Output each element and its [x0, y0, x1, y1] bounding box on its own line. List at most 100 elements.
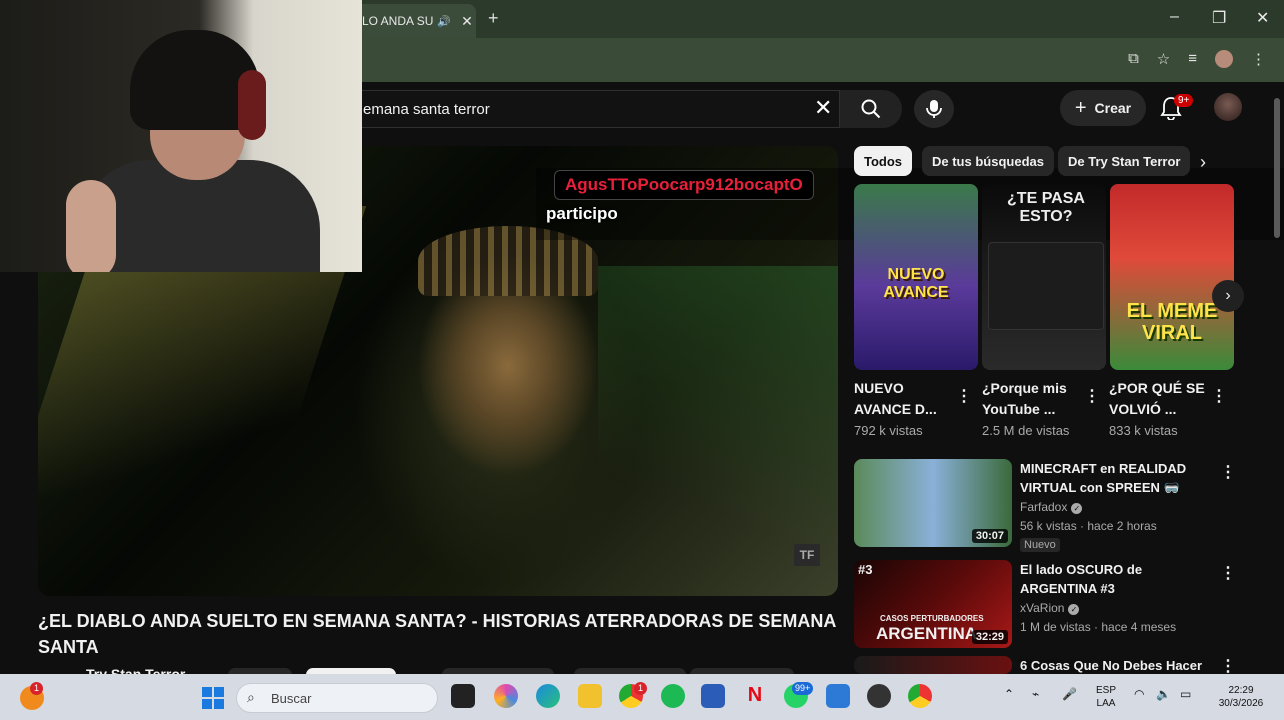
volume-icon[interactable]: 🔈: [1156, 688, 1171, 701]
suggested-video-meta: 56 k vistas · hace 2 horas: [1020, 519, 1157, 533]
suggested-video-channel[interactable]: Farfadox ✓: [1020, 500, 1083, 514]
suggested-video-channel[interactable]: xVaRion ✓: [1020, 601, 1080, 615]
create-label: Crear: [1094, 100, 1132, 116]
calculator-icon[interactable]: [826, 684, 850, 708]
new-tab-button[interactable]: +: [488, 8, 499, 29]
chip-from-searches[interactable]: De tus búsquedas: [922, 146, 1054, 176]
notification-count-badge: 9+: [1174, 94, 1194, 107]
spotify-icon[interactable]: [661, 684, 685, 708]
battery-icon[interactable]: ▭: [1180, 688, 1191, 701]
short-thumbnail[interactable]: ¿TE PASA ESTO?: [982, 184, 1106, 370]
chevron-right-icon[interactable]: ›: [1200, 152, 1206, 173]
video-duration: 32:29: [971, 630, 1008, 644]
date: 30/3/2026: [1218, 698, 1264, 709]
tab-title: LO ANDA SU: [362, 14, 434, 28]
short-views: 833 k vistas: [1109, 423, 1178, 438]
search-button[interactable]: [840, 90, 902, 128]
short-thumb-chart: [988, 242, 1104, 330]
microphone-icon[interactable]: 🎤: [1062, 688, 1077, 701]
chrome-profile-icon[interactable]: [908, 684, 932, 708]
browser-profile-avatar[interactable]: [1215, 50, 1233, 68]
chrome-badge: 1: [634, 682, 647, 695]
suggested-video-title[interactable]: 6 Cosas Que No Debes Hacer: [1020, 656, 1210, 674]
search-query-text: emana santa terror: [363, 100, 490, 118]
widgets-badge: 1: [30, 682, 43, 695]
short-thumbnail[interactable]: EL MEME VIRAL: [1110, 184, 1234, 370]
create-button[interactable]: + Crear: [1060, 90, 1146, 126]
more-options-icon[interactable]: ⋮: [1220, 462, 1236, 482]
plus-icon: +: [1074, 96, 1087, 119]
minimize-button[interactable]: –: [1170, 8, 1179, 26]
task-view-icon[interactable]: [451, 684, 475, 708]
thumb-tag: #3: [858, 562, 873, 577]
short-thumb-text: NUEVO AVANCE: [883, 266, 949, 301]
channel-watermark[interactable]: TF: [794, 544, 820, 566]
video-duration: 30:07: [971, 529, 1008, 543]
speaker-icon[interactable]: 🔊: [437, 15, 451, 28]
app-icon[interactable]: [867, 684, 891, 708]
search-input[interactable]: emana santa terror: [280, 90, 840, 128]
microphone-icon: [926, 100, 942, 118]
close-window-button[interactable]: ✕: [1256, 8, 1269, 28]
short-title[interactable]: NUEVO AVANCE D...: [854, 378, 954, 420]
video-title: ¿EL DIABLO ANDA SUELTO EN SEMANA SANTA? …: [38, 611, 836, 657]
chat-username: AgusTToPoocarp912bocaptO: [554, 170, 814, 200]
windows-logo-icon: [214, 699, 224, 709]
time: 22:29: [1228, 685, 1254, 696]
screen: LO ANDA SU 🔊 ✕ + – ❐ ✕ ⧉ ☆ ≡ ⋮ emana san…: [0, 0, 1284, 720]
shorts-next-button[interactable]: ›: [1212, 280, 1244, 312]
more-options-icon[interactable]: ⋮: [1211, 386, 1227, 406]
suggested-video-title[interactable]: El lado OSCURO de ARGENTINA #3: [1020, 560, 1210, 598]
short-thumb-text: EL MEME VIRAL: [1126, 300, 1218, 344]
wifi-icon[interactable]: ◠: [1134, 688, 1144, 701]
edge-icon[interactable]: [536, 684, 560, 708]
taskbar-search[interactable]: ⌕ Buscar: [236, 683, 438, 713]
word-icon[interactable]: [701, 684, 725, 708]
suggested-video-thumbnail[interactable]: 30:07: [854, 459, 1012, 547]
short-views: 2.5 M de vistas: [982, 423, 1070, 438]
suggested-video-title[interactable]: MINECRAFT en REALIDAD VIRTUAL con SPREEN…: [1020, 459, 1210, 497]
verified-icon: ✓: [1071, 503, 1083, 514]
more-options-icon[interactable]: ⋮: [1220, 563, 1236, 583]
short-thumb-text: ¿TE PASA ESTO?: [1007, 190, 1085, 225]
windows-logo-icon: [214, 687, 224, 697]
thumb-text: ARGENTINA: [876, 624, 978, 643]
short-views: 792 k vistas: [854, 423, 923, 438]
browser-menu-icon[interactable]: ⋮: [1251, 50, 1266, 68]
voice-search-button[interactable]: [914, 90, 954, 128]
channel-name: Farfadox: [1020, 500, 1068, 514]
more-options-icon[interactable]: ⋮: [1084, 386, 1100, 406]
browser-tab[interactable]: LO ANDA SU 🔊 ✕: [352, 4, 476, 38]
language-indicator[interactable]: ESP LAA: [1096, 684, 1116, 710]
media-control-icon[interactable]: ≡: [1188, 50, 1197, 68]
youtube-account-avatar[interactable]: [1214, 93, 1242, 121]
chip-from-channel[interactable]: De Try Stan Terror: [1058, 146, 1191, 176]
chip-all[interactable]: Todos: [854, 146, 913, 176]
tray-expand-icon[interactable]: ⌃: [1004, 688, 1014, 701]
more-options-icon[interactable]: ⋮: [956, 386, 972, 406]
clock[interactable]: 22:29 30/3/2026: [1212, 684, 1270, 710]
thumb-sub: CASOS PERTURBADORES: [880, 614, 984, 623]
webcam-headphones: [238, 70, 266, 140]
more-options-icon[interactable]: ⋮: [1220, 656, 1236, 676]
suggested-video-thumbnail[interactable]: #3 CASOS PERTURBADORES ARGENTINA 32:29: [854, 560, 1012, 648]
short-thumbnail[interactable]: NUEVO AVANCE: [854, 184, 978, 370]
webcam-person-arm: [66, 180, 116, 272]
bookmark-star-icon[interactable]: ☆: [1157, 50, 1170, 68]
channel-name: xVaRion: [1020, 601, 1065, 615]
scrollbar-thumb[interactable]: [1274, 98, 1280, 238]
network-icon[interactable]: ⌁: [1032, 688, 1039, 701]
maximize-button[interactable]: ❐: [1212, 8, 1226, 28]
file-explorer-icon[interactable]: [578, 684, 602, 708]
windows-logo-icon: [202, 687, 212, 697]
tab-close-icon[interactable]: ✕: [461, 13, 473, 30]
short-title[interactable]: ¿POR QUÉ SE VOLVIÓ ...: [1109, 378, 1209, 420]
clear-search-icon[interactable]: ✕: [814, 95, 832, 121]
netflix-icon[interactable]: N: [743, 684, 767, 708]
suggested-video-thumbnail[interactable]: [854, 656, 1012, 674]
short-title[interactable]: ¿Porque mis YouTube ...: [982, 378, 1082, 420]
start-button[interactable]: [202, 687, 224, 709]
install-app-icon[interactable]: ⧉: [1128, 50, 1139, 68]
copilot-icon[interactable]: [494, 684, 518, 708]
search-icon: [861, 99, 881, 119]
